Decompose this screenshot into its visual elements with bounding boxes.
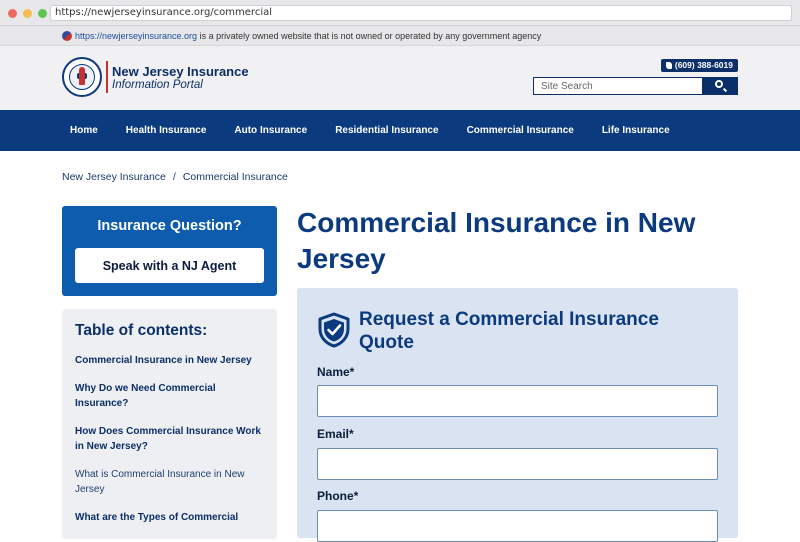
name-label: Name* [317,365,355,379]
toc-item[interactable]: How Does Commercial Insurance Work in Ne… [75,424,265,455]
email-label: Email* [317,427,354,441]
nav-residential-insurance[interactable]: Residential Insurance [335,125,438,136]
nav-commercial-insurance[interactable]: Commercial Insurance [467,125,574,136]
close-window-button[interactable] [8,9,17,18]
maximize-window-button[interactable] [38,9,47,18]
minimize-window-button[interactable] [23,9,32,18]
nav-auto-insurance[interactable]: Auto Insurance [234,125,307,136]
browser-chrome: https://newjerseyinsurance.org/commercia… [0,0,800,26]
nav-health-insurance[interactable]: Health Insurance [126,125,207,136]
nav-life-insurance[interactable]: Life Insurance [602,125,670,136]
name-field[interactable] [317,385,718,417]
site-header: New Jersey Insurance Information Portal … [0,46,800,110]
search-button[interactable] [703,77,738,95]
breadcrumb: New Jersey Insurance / Commercial Insuranc… [62,171,288,183]
phone-button[interactable]: (609) 388-6019 [660,59,738,72]
brand-subtitle: Information Portal [112,79,203,91]
page-title: Commercial Insurance in New Jersey [297,207,696,274]
speak-with-agent-button[interactable]: Speak with a NJ Agent [75,248,264,283]
breadcrumb-home[interactable]: New Jersey Insurance [62,171,166,183]
phone-field[interactable] [317,510,718,542]
disclaimer-text: is a privately owned website that is not… [197,31,542,41]
search-input[interactable] [533,77,703,95]
shield-check-icon [318,312,350,348]
toc-title: Table of contents: [75,322,208,339]
email-field[interactable] [317,448,718,480]
quote-form: Request a Commercial Insurance Quote Nam… [297,288,738,542]
toc-item[interactable]: What are the Types of Commercial [75,510,265,526]
flag-icon [62,31,72,41]
toc-item[interactable]: What is Commercial Insurance in New Jers… [75,467,265,498]
toc-list: Commercial Insurance in New Jersey Why D… [75,353,265,537]
nav-home[interactable]: Home [70,125,98,136]
window-controls [8,9,47,18]
insurance-question-box: Insurance Question? Speak with a NJ Agen… [62,206,277,296]
phone-number: (609) 388-6019 [674,60,733,70]
toc-item[interactable]: Why Do we Need Commercial Insurance? [75,381,265,412]
breadcrumb-current[interactable]: Commercial Insurance [183,171,288,183]
brand-divider [106,61,108,93]
state-seal-logo[interactable] [62,57,102,97]
brand-title[interactable]: New Jersey Insurance [112,64,249,79]
table-of-contents: Table of contents: Commercial Insurance … [62,309,277,539]
question-title: Insurance Question? [97,218,242,234]
phone-icon [665,62,672,69]
address-bar[interactable]: https://newjerseyinsurance.org/commercia… [50,5,792,21]
site-link[interactable]: https://newjerseyinsurance.org [75,31,197,41]
main-nav: Home Health Insurance Auto Insurance Res… [0,110,800,151]
breadcrumb-separator: / [172,171,176,183]
phone-label: Phone* [317,489,359,503]
disclaimer-bar: https://newjerseyinsurance.org is a priv… [0,26,800,46]
search-icon [715,80,723,88]
site-search [533,77,738,95]
toc-item[interactable]: Commercial Insurance in New Jersey [75,353,265,369]
form-title: Request a Commercial Insurance Quote [359,309,659,353]
